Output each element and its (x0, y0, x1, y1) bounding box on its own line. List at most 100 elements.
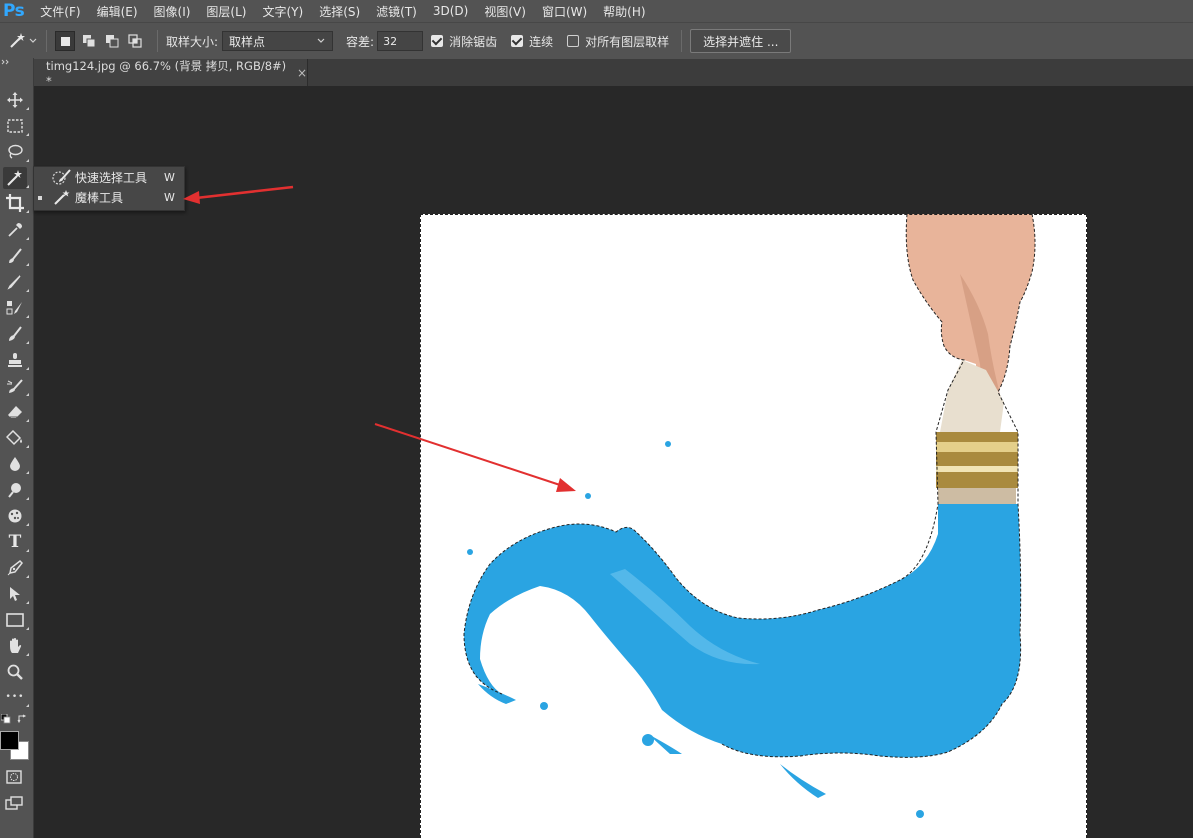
tool-group-corner (26, 575, 29, 578)
flyout-item-shortcut: W (164, 191, 175, 204)
tool-group-corner (26, 445, 29, 448)
close-icon[interactable]: × (297, 66, 307, 80)
menu-help[interactable]: 帮助(H) (603, 3, 645, 20)
default-colors-icon[interactable] (1, 714, 11, 724)
hand-tool[interactable] (3, 635, 29, 657)
tolerance-value: 32 (383, 34, 398, 48)
paint-bucket-tool[interactable] (3, 427, 29, 449)
pen-icon (7, 560, 23, 576)
document-tab[interactable]: timg124.jpg @ 66.7% (背景 拷贝, RGB/8#) * × (34, 58, 308, 88)
tool-group-corner (26, 523, 29, 526)
menu-bar: Ps 文件(F) 编辑(E) 图像(I) 图层(L) 文字(Y) 选择(S) 滤… (0, 0, 1193, 22)
ps-logo: Ps (3, 1, 25, 21)
subtract-selection-button[interactable] (103, 32, 121, 50)
pen-tool[interactable] (3, 557, 29, 579)
tolerance-input[interactable]: 32 (377, 31, 424, 51)
new-selection-icon (60, 36, 70, 46)
flyout-item-label: 魔棒工具 (75, 191, 124, 205)
history-brush-icon (9, 326, 22, 341)
intersect-selection-button[interactable] (126, 32, 144, 50)
eraser-icon (8, 406, 22, 418)
chevron-down-icon (317, 38, 325, 43)
select-and-mask-label: 选择并遮住 ... (703, 34, 779, 49)
menu-edit[interactable]: 编辑(E) (97, 3, 138, 20)
new-selection-button[interactable] (55, 31, 75, 51)
menu-window[interactable]: 窗口(W) (542, 3, 587, 20)
document-tab-title: timg124.jpg @ 66.7% (背景 拷贝, RGB/8#) * (46, 58, 287, 88)
clone-stamp-tool[interactable] (3, 297, 29, 319)
quick-mask-icon[interactable] (6, 770, 22, 784)
type-icon: T (8, 532, 22, 552)
menu-file[interactable]: 文件(F) (40, 3, 80, 20)
history-brush-tool[interactable] (3, 323, 29, 345)
stamp-tool[interactable] (3, 349, 29, 371)
tool-group-corner (26, 159, 29, 162)
healing-brush-icon (9, 248, 22, 263)
magic-wand-tool[interactable] (3, 167, 29, 189)
eyedropper-tool[interactable] (3, 219, 29, 241)
menu-type[interactable]: 文字(Y) (262, 3, 303, 20)
crop-tool[interactable] (3, 192, 29, 214)
all-layers-checkbox[interactable] (567, 35, 580, 47)
antialias-label: 消除锯齿 (449, 34, 498, 49)
chevron-down-icon (29, 38, 37, 43)
collapse-icon[interactable] (1, 59, 11, 65)
dodge-tool[interactable] (3, 479, 29, 501)
contiguous-label: 连续 (529, 34, 554, 49)
swap-colors-icon[interactable] (17, 714, 27, 724)
more-tools[interactable]: ••• (3, 686, 29, 708)
healing-brush-tool[interactable] (3, 245, 29, 267)
move-icon (7, 92, 23, 108)
tool-group-corner (26, 704, 29, 707)
sponge-tool[interactable] (3, 505, 29, 527)
divider (681, 30, 683, 52)
menu-select[interactable]: 选择(S) (319, 3, 360, 20)
lasso-tool[interactable] (3, 141, 29, 163)
add-selection-icon (83, 35, 96, 48)
contiguous-checkbox[interactable] (511, 35, 524, 47)
sample-size-select[interactable]: 取样点 (222, 31, 334, 51)
magic-wand-icon (54, 190, 70, 205)
tool-group-corner (26, 471, 29, 474)
all-layers-label: 对所有图层取样 (585, 34, 670, 49)
paint-bucket-icon (6, 430, 22, 446)
clone-stamp-icon (6, 301, 22, 315)
flyout-item-magic-wand[interactable]: 魔棒工具 W (34, 188, 184, 207)
tool-group-corner (26, 237, 29, 240)
foreground-color-swatch[interactable] (0, 731, 19, 750)
menu-3d[interactable]: 3D(D) (433, 4, 468, 18)
antialias-checkbox[interactable] (431, 35, 444, 47)
tool-group-corner (26, 185, 29, 188)
sample-size-label: 取样大小: (166, 34, 219, 49)
marquee-tool[interactable] (3, 115, 29, 137)
type-tool[interactable]: T (3, 531, 29, 553)
screen-mode-icon[interactable] (5, 796, 23, 810)
blur-icon (10, 457, 20, 471)
rectangle-tool[interactable] (3, 609, 29, 631)
tool-group-corner (26, 627, 29, 630)
menu-filter[interactable]: 滤镜(T) (376, 3, 417, 20)
tool-group-corner (26, 107, 29, 110)
tool-group-corner (26, 341, 29, 344)
tool-group-corner (26, 653, 29, 656)
divider (46, 30, 47, 52)
path-selection-tool[interactable] (3, 583, 29, 605)
menu-layer[interactable]: 图层(L) (206, 3, 246, 20)
zoom-tool[interactable] (3, 661, 27, 683)
blur-tool[interactable] (3, 453, 29, 475)
select-and-mask-button[interactable]: 选择并遮住 ... (690, 29, 792, 53)
menu-image[interactable]: 图像(I) (154, 3, 191, 20)
menu-view[interactable]: 视图(V) (484, 3, 526, 20)
eraser-tool[interactable] (3, 401, 29, 423)
move-tool[interactable] (3, 89, 29, 111)
tool-group-corner (26, 210, 29, 213)
hand-icon (10, 638, 22, 653)
tool-preset-picker[interactable] (8, 32, 38, 50)
add-selection-button[interactable] (80, 32, 98, 50)
art-history-tool[interactable] (3, 375, 29, 397)
brush-tool[interactable] (3, 271, 29, 293)
tool-group-corner (26, 419, 29, 422)
flyout-item-quick-selection[interactable]: 快速选择工具 W (34, 168, 184, 187)
brush-icon (7, 275, 21, 290)
divider (157, 30, 158, 52)
